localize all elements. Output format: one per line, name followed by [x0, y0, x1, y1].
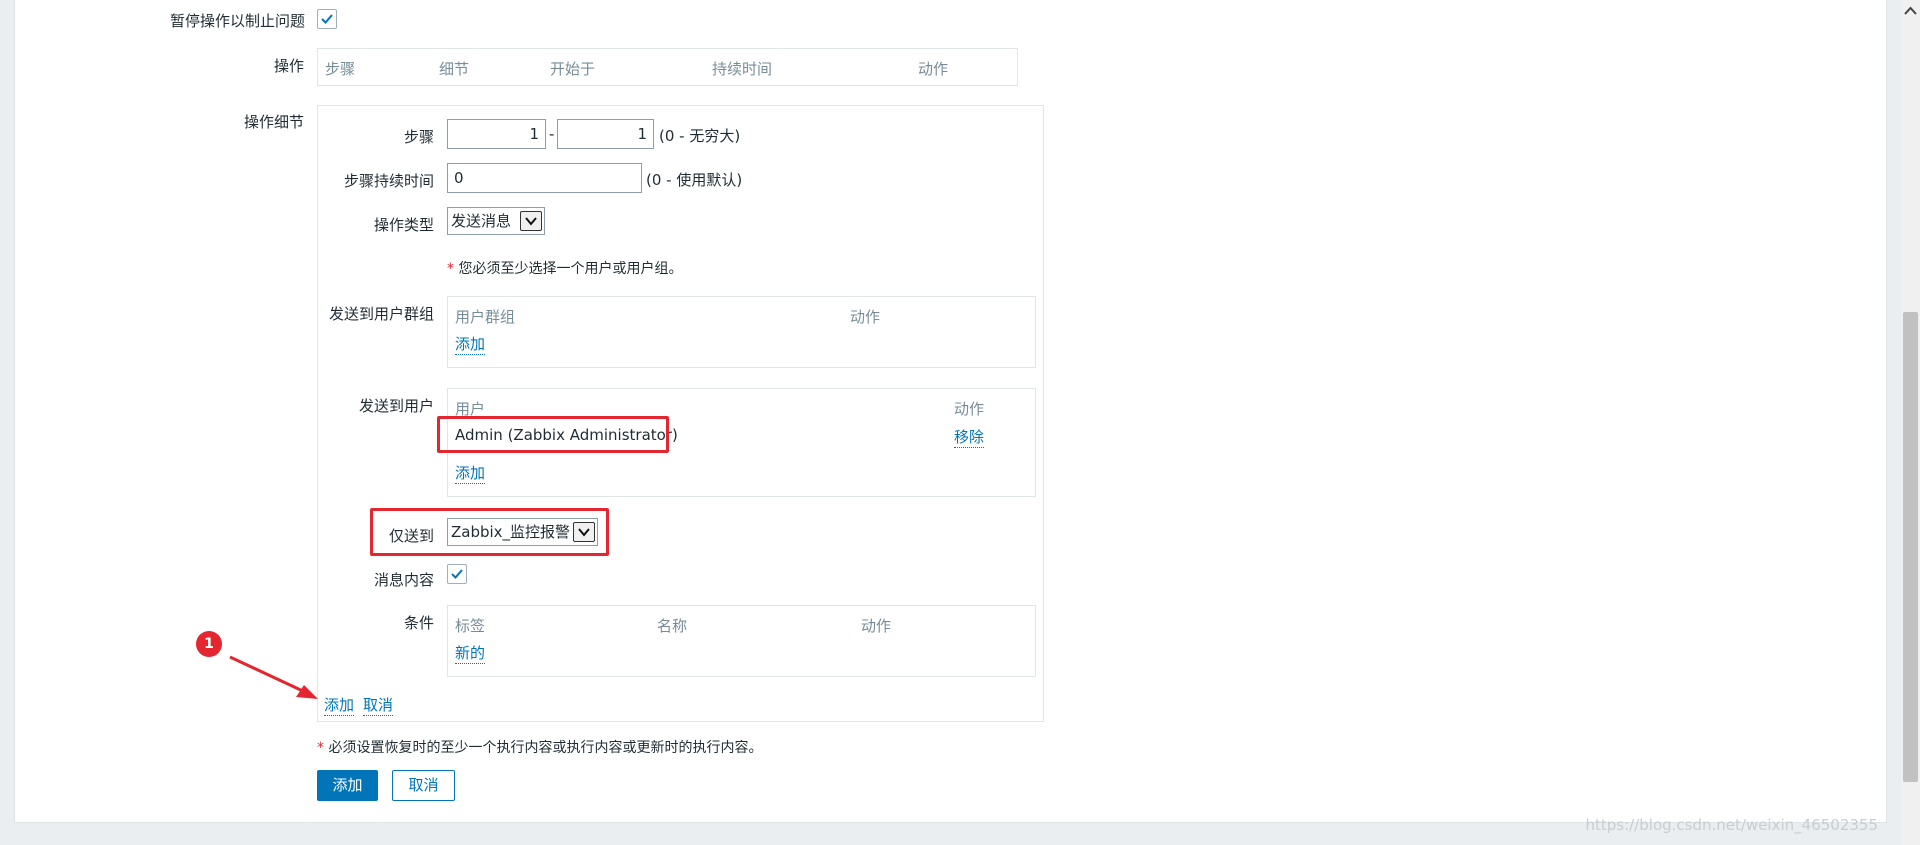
scrollbar-thumb[interactable] [1903, 312, 1918, 782]
watermark: https://blog.csdn.net/weixin_46502355 [1585, 816, 1878, 834]
recovery-note: * 必须设置恢复时的至少一个执行内容或执行内容或更新时的执行内容。 [317, 740, 763, 756]
annotation-arrow [229, 655, 318, 699]
annotation-badge: 1 [196, 631, 222, 657]
cancel-button[interactable]: 取消 [392, 770, 455, 801]
add-button[interactable]: 添加 [317, 770, 378, 801]
scroll-up-icon[interactable] [1902, 4, 1919, 18]
